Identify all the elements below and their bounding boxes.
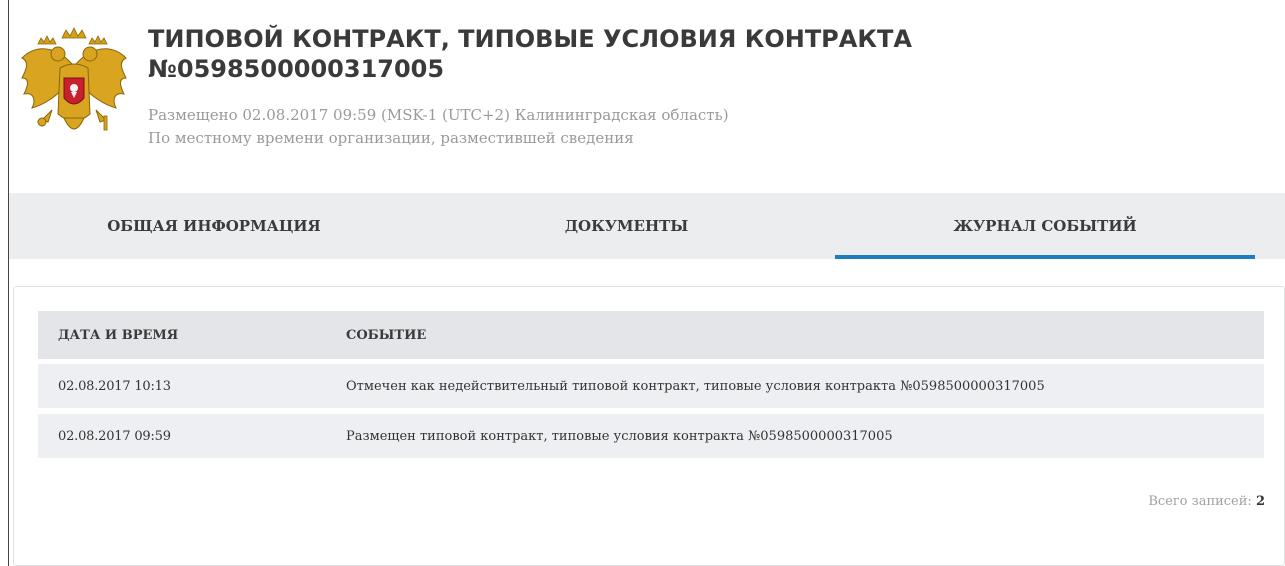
total-records: Всего записей: 2 [1148,494,1265,509]
column-header-event: СОБЫТИЕ [346,327,427,343]
tab-bar: ОБЩАЯ ИНФОРМАЦИЯ ДОКУМЕНТЫ ЖУРНАЛ СОБЫТИ… [9,193,1285,259]
total-records-count: 2 [1255,494,1265,509]
total-records-label: Всего записей: [1148,494,1252,509]
tab-event-log[interactable]: ЖУРНАЛ СОБЫТИЙ [835,193,1255,259]
russian-coat-of-arms-icon [21,27,127,131]
page-header: ТИПОВОЙ КОНТРАКТ, ТИПОВЫЕ УСЛОВИЯ КОНТРА… [0,0,1285,190]
cell-datetime: 02.08.2017 10:13 [58,378,171,394]
cell-event: Отмечен как недействительный типовой кон… [346,378,1045,394]
cell-datetime: 02.08.2017 09:59 [58,428,171,444]
table-row: 02.08.2017 10:13 Отмечен как недействите… [38,364,1264,408]
events-table: ДАТА И ВРЕМЯ СОБЫТИЕ 02.08.2017 10:13 От… [38,311,1264,458]
published-info: Размещено 02.08.2017 09:59 (MSK-1 (UTC+2… [148,106,729,124]
tab-general-info[interactable]: ОБЩАЯ ИНФОРМАЦИЯ [9,193,419,259]
tab-documents[interactable]: ДОКУМЕНТЫ [419,193,834,259]
cell-event: Размещен типовой контракт, типовые услов… [346,428,893,444]
column-header-datetime: ДАТА И ВРЕМЯ [58,327,179,343]
title-line-1: ТИПОВОЙ КОНТРАКТ, ТИПОВЫЕ УСЛОВИЯ КОНТРА… [148,25,912,53]
table-row: 02.08.2017 09:59 Размещен типовой контра… [38,414,1264,458]
timezone-note: По местному времени организации, размест… [148,129,634,147]
publication-meta: Размещено 02.08.2017 09:59 (MSK-1 (UTC+2… [148,104,729,150]
table-header: ДАТА И ВРЕМЯ СОБЫТИЕ [38,311,1264,359]
title-line-2: №0598500000317005 [148,55,445,83]
page-title: ТИПОВОЙ КОНТРАКТ, ТИПОВЫЕ УСЛОВИЯ КОНТРА… [148,24,1248,84]
